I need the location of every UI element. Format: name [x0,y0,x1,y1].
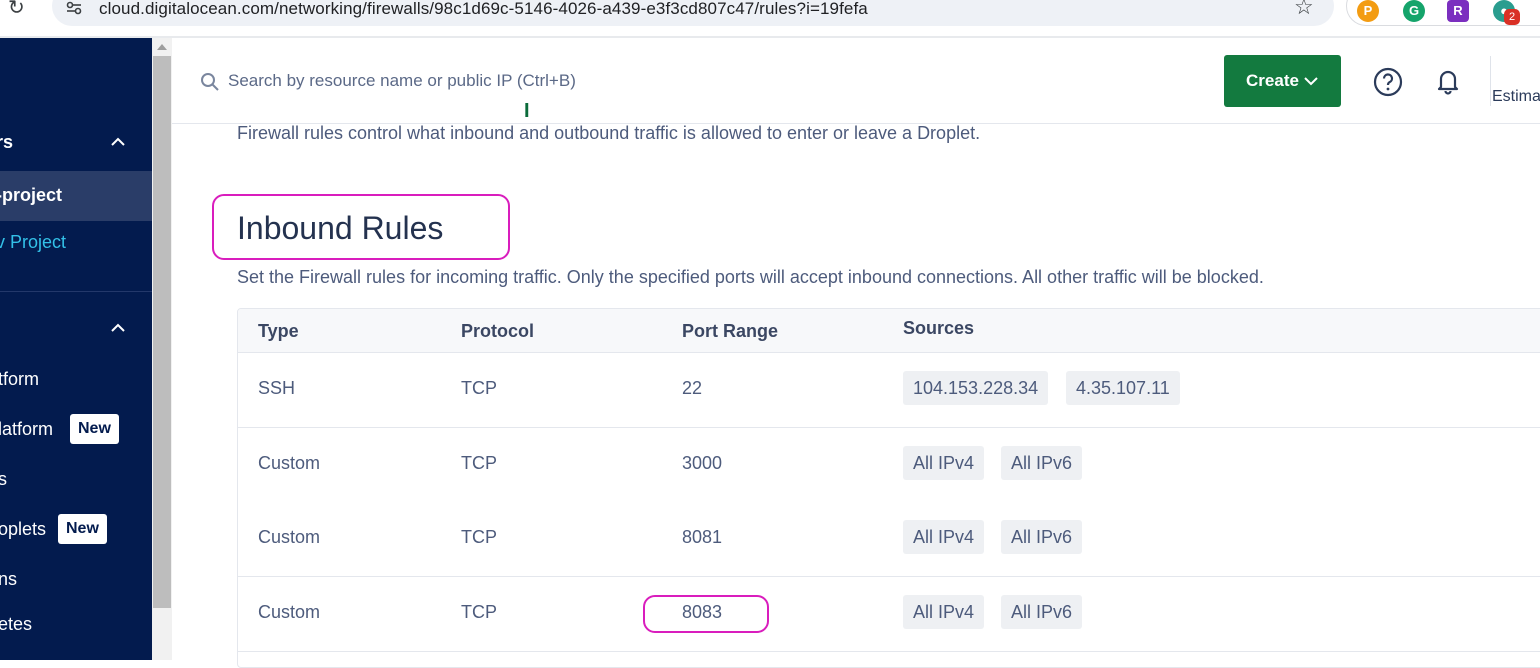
sidebar: rs -project v Project tform latform New … [0,38,152,660]
extension-badge: 2 [1504,9,1520,25]
browser-toolbar: ↻ cloud.digitalocean.com/networking/fire… [0,0,1540,36]
firewall-intro-text: Firewall rules control what inbound and … [237,123,981,143]
annotation-highlight [643,595,769,633]
rule-type: Custom [258,453,321,473]
sidebar-item-functions-2[interactable]: ns [0,569,17,590]
rule-type: Custom [258,527,321,547]
rule-port: 3000 [682,453,723,473]
source-tag: All IPv4 [903,520,985,554]
search-input[interactable] [228,64,648,98]
help-icon[interactable] [1372,66,1404,98]
grammarly-icon[interactable]: G [1403,0,1425,22]
source-tag: All IPv4 [903,446,985,480]
inbound-rules-table: Type Protocol Port Range Sources SSH TCP… [237,308,1540,668]
sidebar-item-app-platform[interactable]: tform [0,369,39,390]
sidebar-item-droplets[interactable]: oplets [0,519,46,540]
table-row: Custom TCP 8083 All IPv4 All IPv6 [238,577,1540,652]
scrollbar-thumb[interactable] [153,56,171,608]
column-header-sources: Sources [903,318,975,338]
create-button[interactable]: Create [1224,55,1341,107]
new-badge: New [58,514,107,544]
scroll-up-arrow-icon[interactable] [157,44,167,50]
url-text[interactable]: cloud.digitalocean.com/networking/firewa… [99,0,868,19]
sidebar-item-platform[interactable]: latform [0,419,53,440]
app-header: I Create Estima [172,38,1540,124]
rule-type: Custom [258,602,321,622]
chevron-up-icon[interactable] [108,132,128,152]
bookmark-star-icon[interactable]: ☆ [1294,0,1314,20]
extension-icon[interactable]: R [1447,0,1469,22]
text-cursor-icon: I [524,100,530,122]
source-tag: 104.153.228.34 [903,371,1049,405]
bell-icon[interactable] [1432,65,1464,97]
table-header: Type Protocol Port Range Sources [238,309,1540,353]
rule-protocol: TCP [461,453,497,473]
chevron-down-icon [1304,77,1318,86]
source-tag: All IPv4 [903,595,985,629]
rule-type: SSH [258,378,296,398]
source-tag: All IPv6 [1001,446,1083,480]
sidebar-new-project-link[interactable]: v Project [0,232,66,253]
source-tag: 4.35.107.11 [1066,371,1180,405]
column-header-protocol: Protocol [461,321,535,341]
rule-port: 8081 [682,527,723,547]
reload-icon[interactable]: ↻ [8,0,34,24]
table-row: Custom TCP 3000 All IPv4 All IPv6 [238,428,1540,503]
main-content: Firewall rules control what inbound and … [172,123,1540,668]
column-header-port-range: Port Range [682,321,779,341]
new-badge: New [70,414,119,444]
rule-protocol: TCP [461,527,497,547]
extension-icon[interactable]: P [1357,0,1379,22]
column-header-type: Type [258,321,299,341]
rule-protocol: TCP [461,378,497,398]
table-row: SSH TCP 22 104.153.228.34 4.35.107.11 [238,353,1540,428]
estimated-cost-label[interactable]: Estima [1492,88,1540,106]
source-tag: All IPv6 [1001,595,1083,629]
sidebar-section-projects[interactable]: rs [0,132,13,153]
sidebar-item-kubernetes[interactable]: etes [0,614,32,635]
create-button-label: Create [1246,71,1299,90]
rule-port: 22 [682,378,703,398]
inbound-rules-description: Set the Firewall rules for incoming traf… [237,267,1264,287]
header-divider [1490,56,1491,106]
search-icon [201,73,219,91]
address-bar[interactable]: cloud.digitalocean.com/networking/firewa… [52,0,1334,26]
site-info-icon[interactable] [64,0,84,18]
table-row: Custom TCP 8081 All IPv4 All IPv6 [238,502,1540,577]
chevron-up-icon[interactable] [108,318,128,338]
sidebar-item-project[interactable]: -project [0,185,62,206]
annotation-highlight [212,194,510,260]
sidebar-divider [0,291,152,292]
rule-protocol: TCP [461,602,497,622]
source-tag: All IPv6 [1001,520,1083,554]
sidebar-item-functions[interactable]: s [0,469,7,490]
